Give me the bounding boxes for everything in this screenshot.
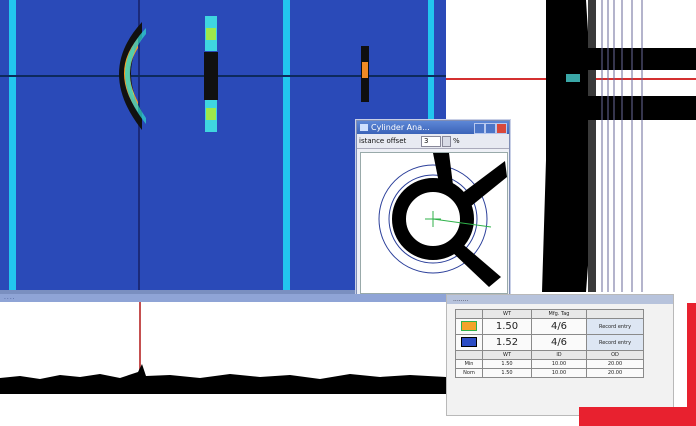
window-title: Cylinder Ana...	[371, 123, 430, 132]
strip-header: ....	[0, 294, 446, 302]
cell-value: 1.50	[482, 359, 532, 369]
cell-value: 1.50	[482, 368, 532, 378]
wall-echo	[542, 0, 596, 292]
signal-trace	[0, 364, 446, 394]
green-arrow-marker-icon[interactable]	[455, 318, 483, 335]
signal-trace-floor	[0, 390, 446, 394]
table-header: WT	[482, 309, 532, 319]
thin-gate-lines	[601, 0, 643, 292]
maximize-button[interactable]	[485, 123, 496, 134]
wall-thickness-value: 1.50	[482, 318, 532, 335]
wall-echo-dark	[588, 0, 596, 292]
row-label: Nom	[455, 368, 483, 378]
cursor-marker	[566, 74, 580, 82]
offset-unit: %	[453, 137, 460, 145]
distance-offset-input[interactable]: 3	[421, 136, 441, 147]
small-indication-core	[362, 62, 368, 78]
branch-arm	[451, 241, 501, 287]
table-header-blank	[455, 350, 483, 360]
blue-arrow-marker-icon[interactable]	[455, 334, 483, 351]
distance-offset-label: istance offset	[359, 137, 407, 145]
app-icon	[360, 124, 368, 131]
signal-strip	[0, 302, 446, 394]
vertical-indication-green	[206, 28, 216, 40]
table-subheader: WT	[482, 350, 532, 360]
cylinder-analysis-window[interactable]: Cylinder Ana... istance offset 3 %	[356, 120, 510, 296]
branch-arm	[457, 161, 507, 211]
vertical-indication-black	[204, 52, 218, 100]
minimize-button[interactable]	[474, 123, 485, 134]
signal-strip-view[interactable]: ....	[0, 294, 446, 426]
wall-thickness-value: 1.52	[482, 334, 532, 351]
vertical-indication-green	[206, 108, 216, 120]
table-header-blank	[455, 309, 483, 319]
cylinder-cross-section[interactable]	[360, 152, 508, 294]
window-titlebar[interactable]: Cylinder Ana...	[357, 121, 509, 134]
red-accent-shape	[579, 303, 696, 426]
offset-toolbar: istance offset 3 %	[357, 134, 509, 149]
cylinder-drawing	[378, 153, 507, 287]
close-button[interactable]	[496, 123, 507, 134]
offset-spinner[interactable]	[442, 136, 451, 147]
row-label: Min	[455, 359, 483, 369]
